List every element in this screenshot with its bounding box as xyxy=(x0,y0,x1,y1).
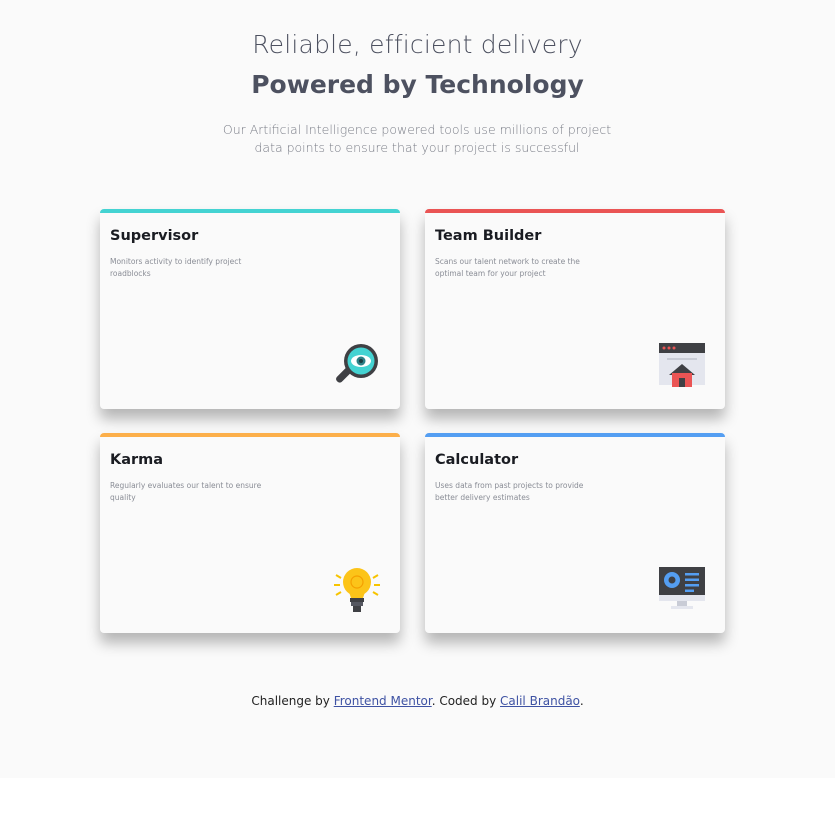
author-link[interactable]: Calil Brandão xyxy=(500,694,580,708)
supervisor-icon xyxy=(336,344,378,383)
card-title: Karma xyxy=(110,452,164,468)
karma-icon xyxy=(334,568,380,612)
hero-description: Our Artificial Intelligence powered tool… xyxy=(222,122,612,155)
card-description: Scans our talent network to create the o… xyxy=(435,257,580,278)
headline-light: Reliable, efficient delivery xyxy=(252,30,583,59)
card-team-builder: Team Builder Scans our talent network to… xyxy=(425,209,725,409)
card-title: Supervisor xyxy=(110,228,199,244)
attribution-footer: Challenge by Frontend Mentor. Coded by C… xyxy=(0,694,835,708)
card-karma: Karma Regularly evaluates our talent to … xyxy=(100,433,400,633)
card-description: Uses data from past projects to provide … xyxy=(435,481,584,502)
footer-middle: . Coded by xyxy=(431,694,501,708)
team-builder-icon xyxy=(659,343,705,387)
card-title: Calculator xyxy=(435,452,519,468)
card-supervisor: Supervisor Monitors activity to identify… xyxy=(100,209,400,409)
footer-prefix: Challenge by xyxy=(251,694,334,708)
calculator-icon xyxy=(659,567,705,609)
card-description: Regularly evaluates our talent to ensure… xyxy=(110,481,262,502)
frontend-mentor-link[interactable]: Frontend Mentor xyxy=(334,694,432,708)
card-description: Monitors activity to identify project ro… xyxy=(110,257,242,278)
page-background: Reliable, efficient delivery Powered by … xyxy=(0,0,835,778)
card-title: Team Builder xyxy=(435,228,542,244)
headline-bold: Powered by Technology xyxy=(251,70,584,99)
footer-suffix: . xyxy=(579,694,584,708)
card-calculator: Calculator Uses data from past projects … xyxy=(425,433,725,633)
